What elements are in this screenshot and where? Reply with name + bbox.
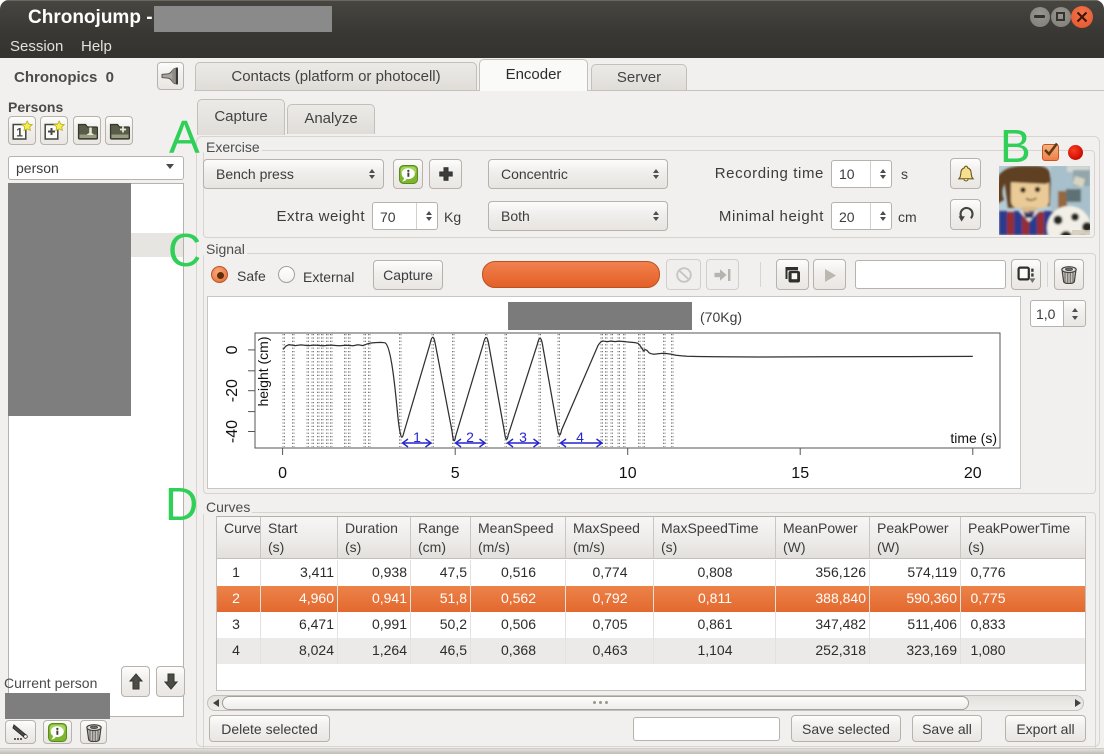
svg-text:-20: -20 [224, 379, 241, 402]
svg-text:-40: -40 [224, 420, 241, 443]
svg-text:5: 5 [451, 465, 460, 482]
svg-text:0: 0 [224, 345, 241, 354]
svg-text:0: 0 [278, 465, 287, 482]
svg-text:time (s): time (s) [950, 430, 997, 446]
svg-text:3: 3 [519, 429, 527, 445]
svg-text:height (cm): height (cm) [255, 336, 271, 406]
svg-text:20: 20 [964, 465, 982, 482]
svg-text:4: 4 [576, 429, 584, 445]
svg-text:10: 10 [619, 465, 637, 482]
svg-text:15: 15 [791, 465, 809, 482]
svg-text:1: 1 [16, 126, 23, 140]
svg-text:2: 2 [466, 429, 474, 445]
svg-text:1: 1 [413, 429, 421, 445]
